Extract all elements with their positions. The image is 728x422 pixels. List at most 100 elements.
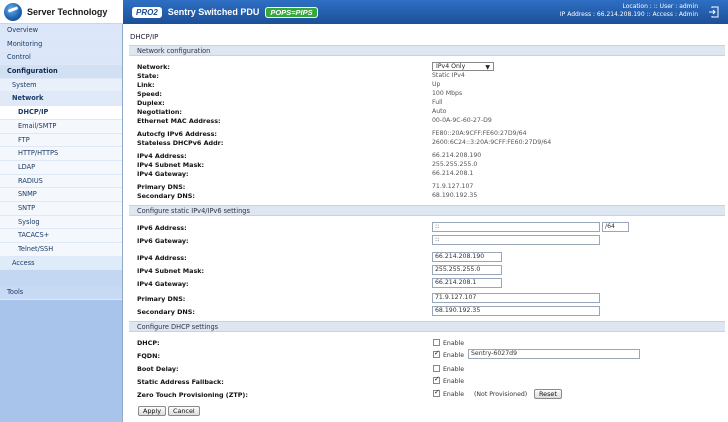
ipv4-gateway-label: IPv4 Gateway: (137, 170, 189, 178)
session-ip-access: IP Address : 66.214.208.190 :: Access : … (559, 11, 698, 18)
nav-snmp[interactable]: SNMP (0, 188, 122, 202)
page-title: DHCP/IP (130, 33, 159, 41)
nav-sntp[interactable]: SNTP (0, 201, 122, 216)
duplex-label: Duplex: (137, 99, 165, 107)
section-network-configuration: Network configuration (129, 45, 725, 56)
primary-dns-value: 71.9.127.107 (432, 183, 474, 190)
static-ipv6-gateway-input[interactable]: :: (432, 235, 600, 245)
top-bar: Server Technology PRO2 Sentry Switched P… (0, 0, 728, 24)
stateless-dhcpv6-label: Stateless DHCPv6 Addr: (137, 139, 224, 147)
apply-button[interactable]: Apply (138, 406, 167, 416)
static-ipv4-mask-input[interactable]: 255.255.255.0 (432, 265, 502, 275)
link-label: Link: (137, 81, 155, 89)
dhcp-label: DHCP: (137, 339, 160, 347)
pro2-badge: PRO2 (132, 6, 162, 18)
static-fallback-enable-label: Enable (443, 378, 465, 385)
ipv4-address-value: 66.214.208.190 (432, 152, 482, 159)
cancel-button[interactable]: Cancel (168, 406, 200, 416)
nav-access[interactable]: Access (0, 256, 122, 271)
autocfg-ipv6-label: Autocfg IPv6 Address: (137, 130, 217, 138)
nav-tacacs[interactable]: TACACS+ (0, 229, 122, 243)
ztp-label: Zero Touch Provisioning (ZTP): (137, 391, 248, 399)
static-ipv4-mask-label: IPv4 Subnet Mask: (137, 267, 205, 275)
static-ipv6-address-label: IPv6 Address: (137, 224, 187, 232)
ztp-status: (Not Provisioned) (474, 391, 528, 398)
static-fallback-label: Static Address Fallback: (137, 378, 224, 386)
nav-ldap[interactable]: LDAP (0, 160, 122, 175)
ztp-enable-label: Enable (443, 391, 465, 398)
mac-value: 00-0A-9C-60-27-D9 (432, 117, 492, 124)
link-value: Up (432, 81, 441, 88)
static-ipv6-prefix-input[interactable]: /64 (602, 222, 629, 232)
nav-system[interactable]: System (0, 78, 122, 93)
fqdn-input[interactable]: Sentry-6027d9 (468, 349, 640, 359)
nav-monitoring[interactable]: Monitoring (0, 37, 122, 52)
brand-name: Server Technology (27, 6, 108, 17)
boot-delay-label: Boot Delay: (137, 365, 179, 373)
product-banner: PRO2 Sentry Switched PDU POPS=PIPS Locat… (123, 0, 728, 24)
fqdn-label: FQDN: (137, 352, 161, 360)
primary-dns-label: Primary DNS: (137, 183, 186, 191)
nav-http-https[interactable]: HTTP/HTTPS (0, 147, 122, 161)
session-info: Location : :: User : admin IP Address : … (560, 3, 698, 19)
static-ipv4-gateway-input[interactable]: 66.214.208.1 (432, 278, 502, 288)
static-secondary-dns-input[interactable]: 68.190.192.35 (432, 306, 600, 316)
nav-ftp[interactable]: FTP (0, 133, 122, 148)
duplex-value: Full (432, 99, 443, 106)
brand-logo: Server Technology (0, 0, 123, 24)
section-static-settings: Configure static IPv4/IPv6 settings (129, 205, 725, 216)
nav-dhcp-ip[interactable]: DHCP/IP (0, 106, 122, 120)
globe-logo-icon (4, 2, 22, 21)
main-content: DHCP/IP Network configuration Network: I… (124, 24, 728, 422)
fqdn-enable-checkbox[interactable] (433, 349, 440, 358)
sidebar-filler: Tools (0, 286, 122, 422)
nav-radius[interactable]: RADIUS (0, 174, 122, 189)
dhcp-enable-label: Enable (443, 340, 465, 347)
static-ipv4-address-input[interactable]: 66.214.208.190 (432, 252, 502, 262)
pops-pips-badge: POPS=PIPS (265, 6, 318, 18)
state-label: State: (137, 72, 159, 80)
boot-delay-enable-checkbox[interactable] (433, 365, 440, 372)
speed-label: Speed: (137, 90, 162, 98)
ztp-enable-checkbox[interactable] (433, 388, 440, 397)
nav-overview[interactable]: Overview (0, 24, 122, 38)
static-ipv4-gateway-label: IPv4 Gateway: (137, 280, 189, 288)
dropdown-arrow-icon: ▼ (485, 64, 490, 71)
dhcp-enable-checkbox[interactable] (433, 339, 440, 346)
autocfg-ipv6-value: FE80::20A:9CFF:FE60:27D9/64 (432, 130, 527, 137)
static-primary-dns-input[interactable]: 71.9.127.107 (432, 293, 600, 303)
network-label: Network: (137, 63, 170, 71)
ztp-reset-button[interactable]: Reset (534, 389, 562, 399)
nav-tools[interactable]: Tools (0, 286, 122, 300)
product-name: Sentry Switched PDU (167, 7, 260, 17)
nav-email-smtp[interactable]: Email/SMTP (0, 119, 122, 134)
ipv4-gateway-value: 66.214.208.1 (432, 170, 474, 177)
fqdn-enable-label: Enable (443, 352, 465, 359)
sidebar-nav: Overview Monitoring Control Configuratio… (0, 24, 123, 422)
state-value: Static IPv4 (432, 72, 465, 79)
session-location-user: Location : :: User : admin (622, 3, 698, 10)
static-ipv6-address-input[interactable]: :: (432, 222, 600, 232)
logout-icon[interactable] (708, 6, 720, 18)
static-primary-dns-label: Primary DNS: (137, 295, 186, 303)
nav-syslog[interactable]: Syslog (0, 215, 122, 230)
negotiation-value: Auto (432, 108, 447, 115)
network-mode-select[interactable]: IPv4 Only ▼ (432, 62, 494, 71)
negotiation-label: Negotiation: (137, 108, 182, 116)
nav-telnet-ssh[interactable]: Telnet/SSH (0, 243, 122, 257)
stateless-dhcpv6-value: 2600:6C24::3:20A:9CFF:FE60:27D9/64 (432, 139, 552, 146)
static-secondary-dns-label: Secondary DNS: (137, 308, 195, 316)
static-ipv4-address-label: IPv4 Address: (137, 254, 187, 262)
mac-label: Ethernet MAC Address: (137, 117, 221, 125)
ipv4-subnet-mask-label: IPv4 Subnet Mask: (137, 161, 205, 169)
static-ipv6-gateway-label: IPv6 Gateway: (137, 237, 189, 245)
nav-network[interactable]: Network (0, 92, 122, 107)
section-dhcp-settings: Configure DHCP settings (129, 321, 725, 332)
boot-delay-enable-label: Enable (443, 366, 465, 373)
speed-value: 100 Mbps (432, 90, 463, 97)
nav-configuration[interactable]: Configuration (0, 65, 122, 79)
ipv4-address-label: IPv4 Address: (137, 152, 187, 160)
nav-control[interactable]: Control (0, 51, 122, 66)
secondary-dns-label: Secondary DNS: (137, 192, 195, 200)
static-fallback-enable-checkbox[interactable] (433, 375, 440, 384)
